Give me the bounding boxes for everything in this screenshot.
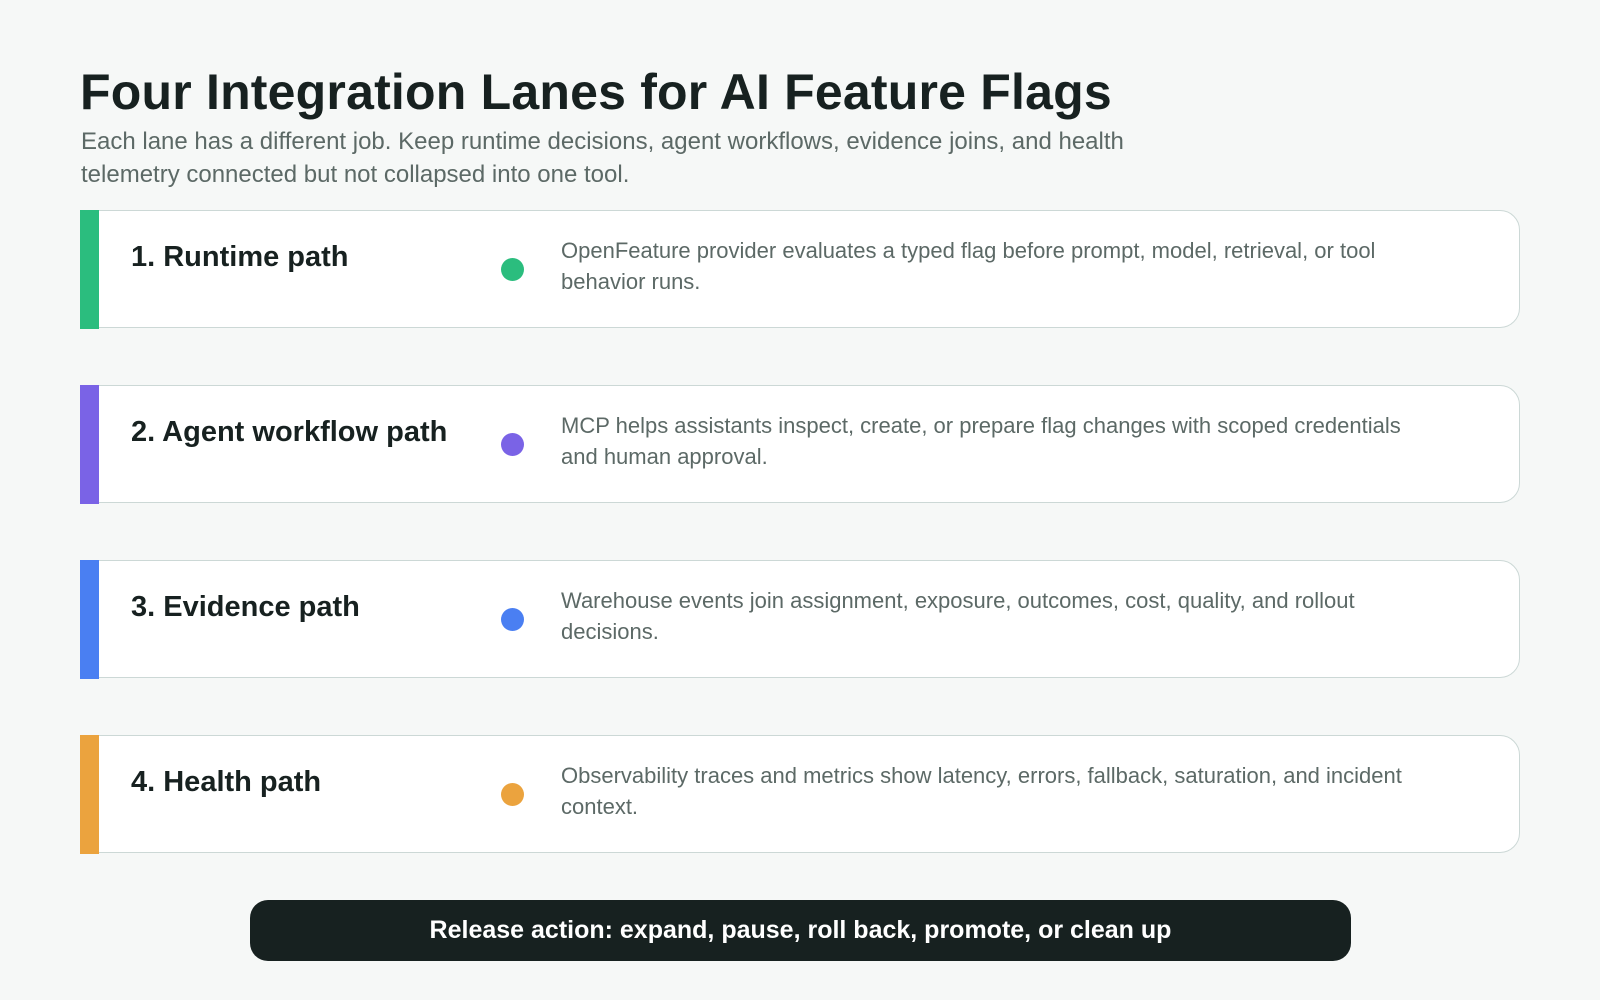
page-subtitle: Each lane has a different job. Keep runt… bbox=[81, 128, 1124, 188]
lane-status-dot bbox=[501, 608, 524, 631]
release-action-banner: Release action: expand, pause, roll back… bbox=[250, 900, 1351, 961]
lane-description: Warehouse events join assignment, exposu… bbox=[561, 588, 1355, 644]
lane-accent-bar bbox=[79, 384, 99, 504]
lane-accent-bar bbox=[79, 734, 99, 854]
lanes-list: 1. Runtime path OpenFeature provider eva… bbox=[79, 209, 1520, 854]
lane-title: 3. Evidence path bbox=[131, 591, 360, 623]
page-title: Four Integration Lanes for AI Feature Fl… bbox=[80, 64, 1112, 120]
lane-title: 1. Runtime path bbox=[131, 241, 349, 273]
lane-description: OpenFeature provider evaluates a typed f… bbox=[561, 238, 1376, 294]
lane-evidence: 3. Evidence path Warehouse events join a… bbox=[79, 559, 1520, 679]
lane-status-dot bbox=[501, 258, 524, 281]
lane-description: Observability traces and metrics show la… bbox=[561, 763, 1402, 819]
lane-title: 2. Agent workflow path bbox=[131, 416, 448, 448]
lane-accent-bar bbox=[79, 209, 99, 329]
lane-status-dot bbox=[501, 783, 524, 806]
lane-agent-workflow: 2. Agent workflow path MCP helps assista… bbox=[79, 384, 1520, 504]
lane-accent-bar bbox=[79, 559, 99, 679]
lane-status-dot bbox=[501, 433, 524, 456]
lane-title: 4. Health path bbox=[131, 766, 322, 798]
lane-runtime: 1. Runtime path OpenFeature provider eva… bbox=[79, 209, 1520, 329]
lane-health: 4. Health path Observability traces and … bbox=[79, 734, 1520, 854]
lane-description: MCP helps assistants inspect, create, or… bbox=[561, 413, 1401, 469]
